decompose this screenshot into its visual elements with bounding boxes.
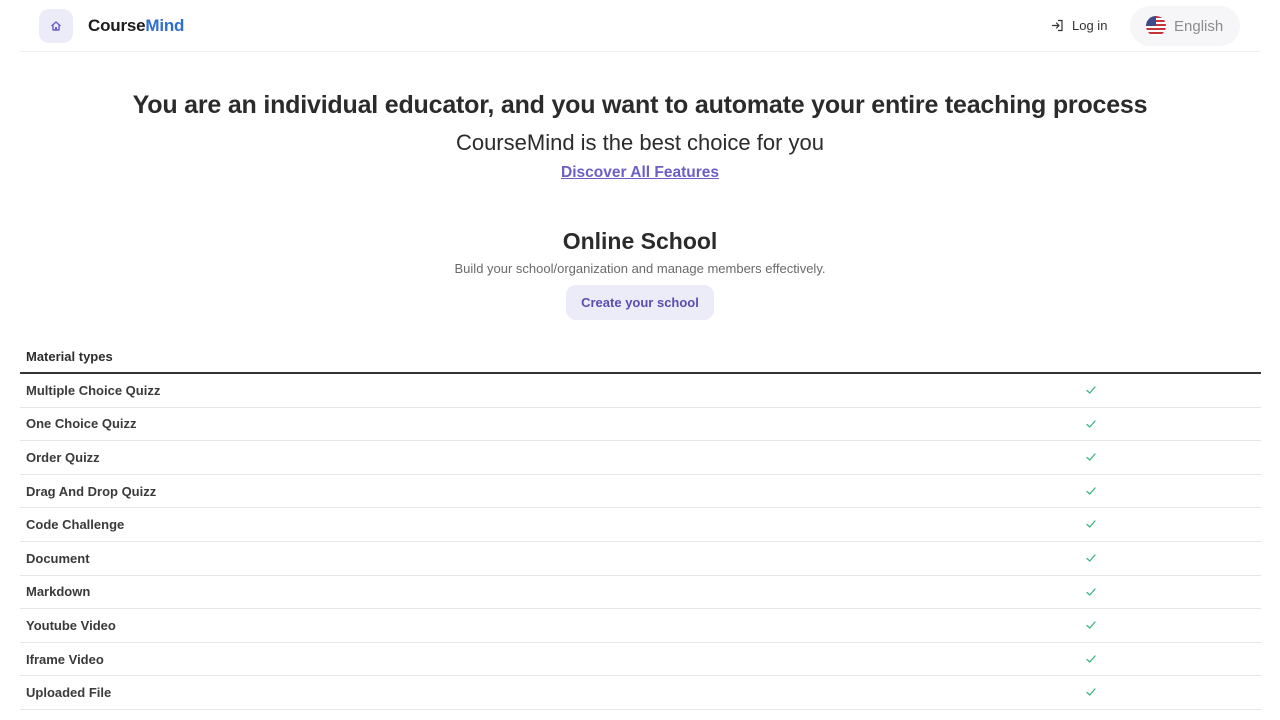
check-icon (1086, 419, 1096, 428)
create-school-button[interactable]: Create your school (566, 285, 714, 320)
table-row: Markdown (20, 576, 1261, 610)
row-label: Order Quizz (26, 449, 100, 465)
table-row: Order Quizz (20, 441, 1261, 475)
table-row: Drag And Drop Quizz (20, 475, 1261, 509)
login-button[interactable]: Log in (1051, 18, 1107, 33)
brand-logo[interactable]: CourseMind (88, 16, 184, 36)
discover-features-link[interactable]: Discover All Features (561, 164, 719, 181)
check-icon (1086, 554, 1096, 562)
row-label: Multiple Choice Quizz (26, 382, 161, 398)
table-row: Youtube Video (20, 609, 1261, 643)
top-navbar: CourseMind Log in English (20, 0, 1260, 52)
table-header: Material types (20, 340, 1261, 374)
material-types-table: Material types Multiple Choice Quizz One … (20, 340, 1261, 710)
row-label: One Choice Quizz (26, 416, 137, 432)
check-icon (1086, 520, 1096, 529)
home-icon (51, 21, 61, 31)
hero-title: You are an individual educator, and you … (132, 91, 1148, 119)
hero-subtitle: CourseMind is the best choice for you (455, 130, 825, 155)
section-description: Build your school/organization and manag… (454, 261, 826, 276)
check-icon (1086, 587, 1096, 596)
table-row: Uploaded File (20, 676, 1261, 710)
section-title: Online School (562, 228, 718, 254)
table-row: One Choice Quizz (20, 408, 1261, 442)
row-label: Drag And Drop Quizz (26, 483, 157, 499)
logo-text-mind: Mind (145, 16, 185, 35)
check-icon (1086, 453, 1096, 461)
table-row: Iframe Video (20, 643, 1261, 677)
check-icon (1086, 621, 1096, 629)
row-label: Youtube Video (26, 617, 116, 633)
row-label: Markdown (26, 584, 91, 600)
login-label: Log in (1072, 18, 1108, 33)
logo-text-course: Course (88, 16, 146, 35)
check-icon (1086, 655, 1096, 663)
table-row: Document (20, 542, 1261, 576)
login-icon (1051, 19, 1063, 32)
row-label: Uploaded File (26, 685, 112, 701)
row-label: Iframe Video (26, 651, 104, 667)
check-icon (1086, 688, 1096, 696)
table-row: Code Challenge (20, 508, 1261, 542)
row-label: Code Challenge (26, 517, 125, 533)
language-label: English (1174, 17, 1224, 35)
language-selector[interactable]: English (1130, 6, 1240, 46)
table-row: Multiple Choice Quizz (20, 374, 1261, 408)
us-flag-icon (1146, 16, 1166, 36)
table-body: Multiple Choice Quizz One Choice Quizz Ord… (20, 374, 1261, 710)
row-label: Document (26, 550, 90, 566)
check-icon (1086, 487, 1096, 495)
home-button[interactable] (39, 9, 73, 43)
check-icon (1086, 386, 1096, 394)
hero-link-wrapper: Discover All Features (0, 164, 1280, 182)
